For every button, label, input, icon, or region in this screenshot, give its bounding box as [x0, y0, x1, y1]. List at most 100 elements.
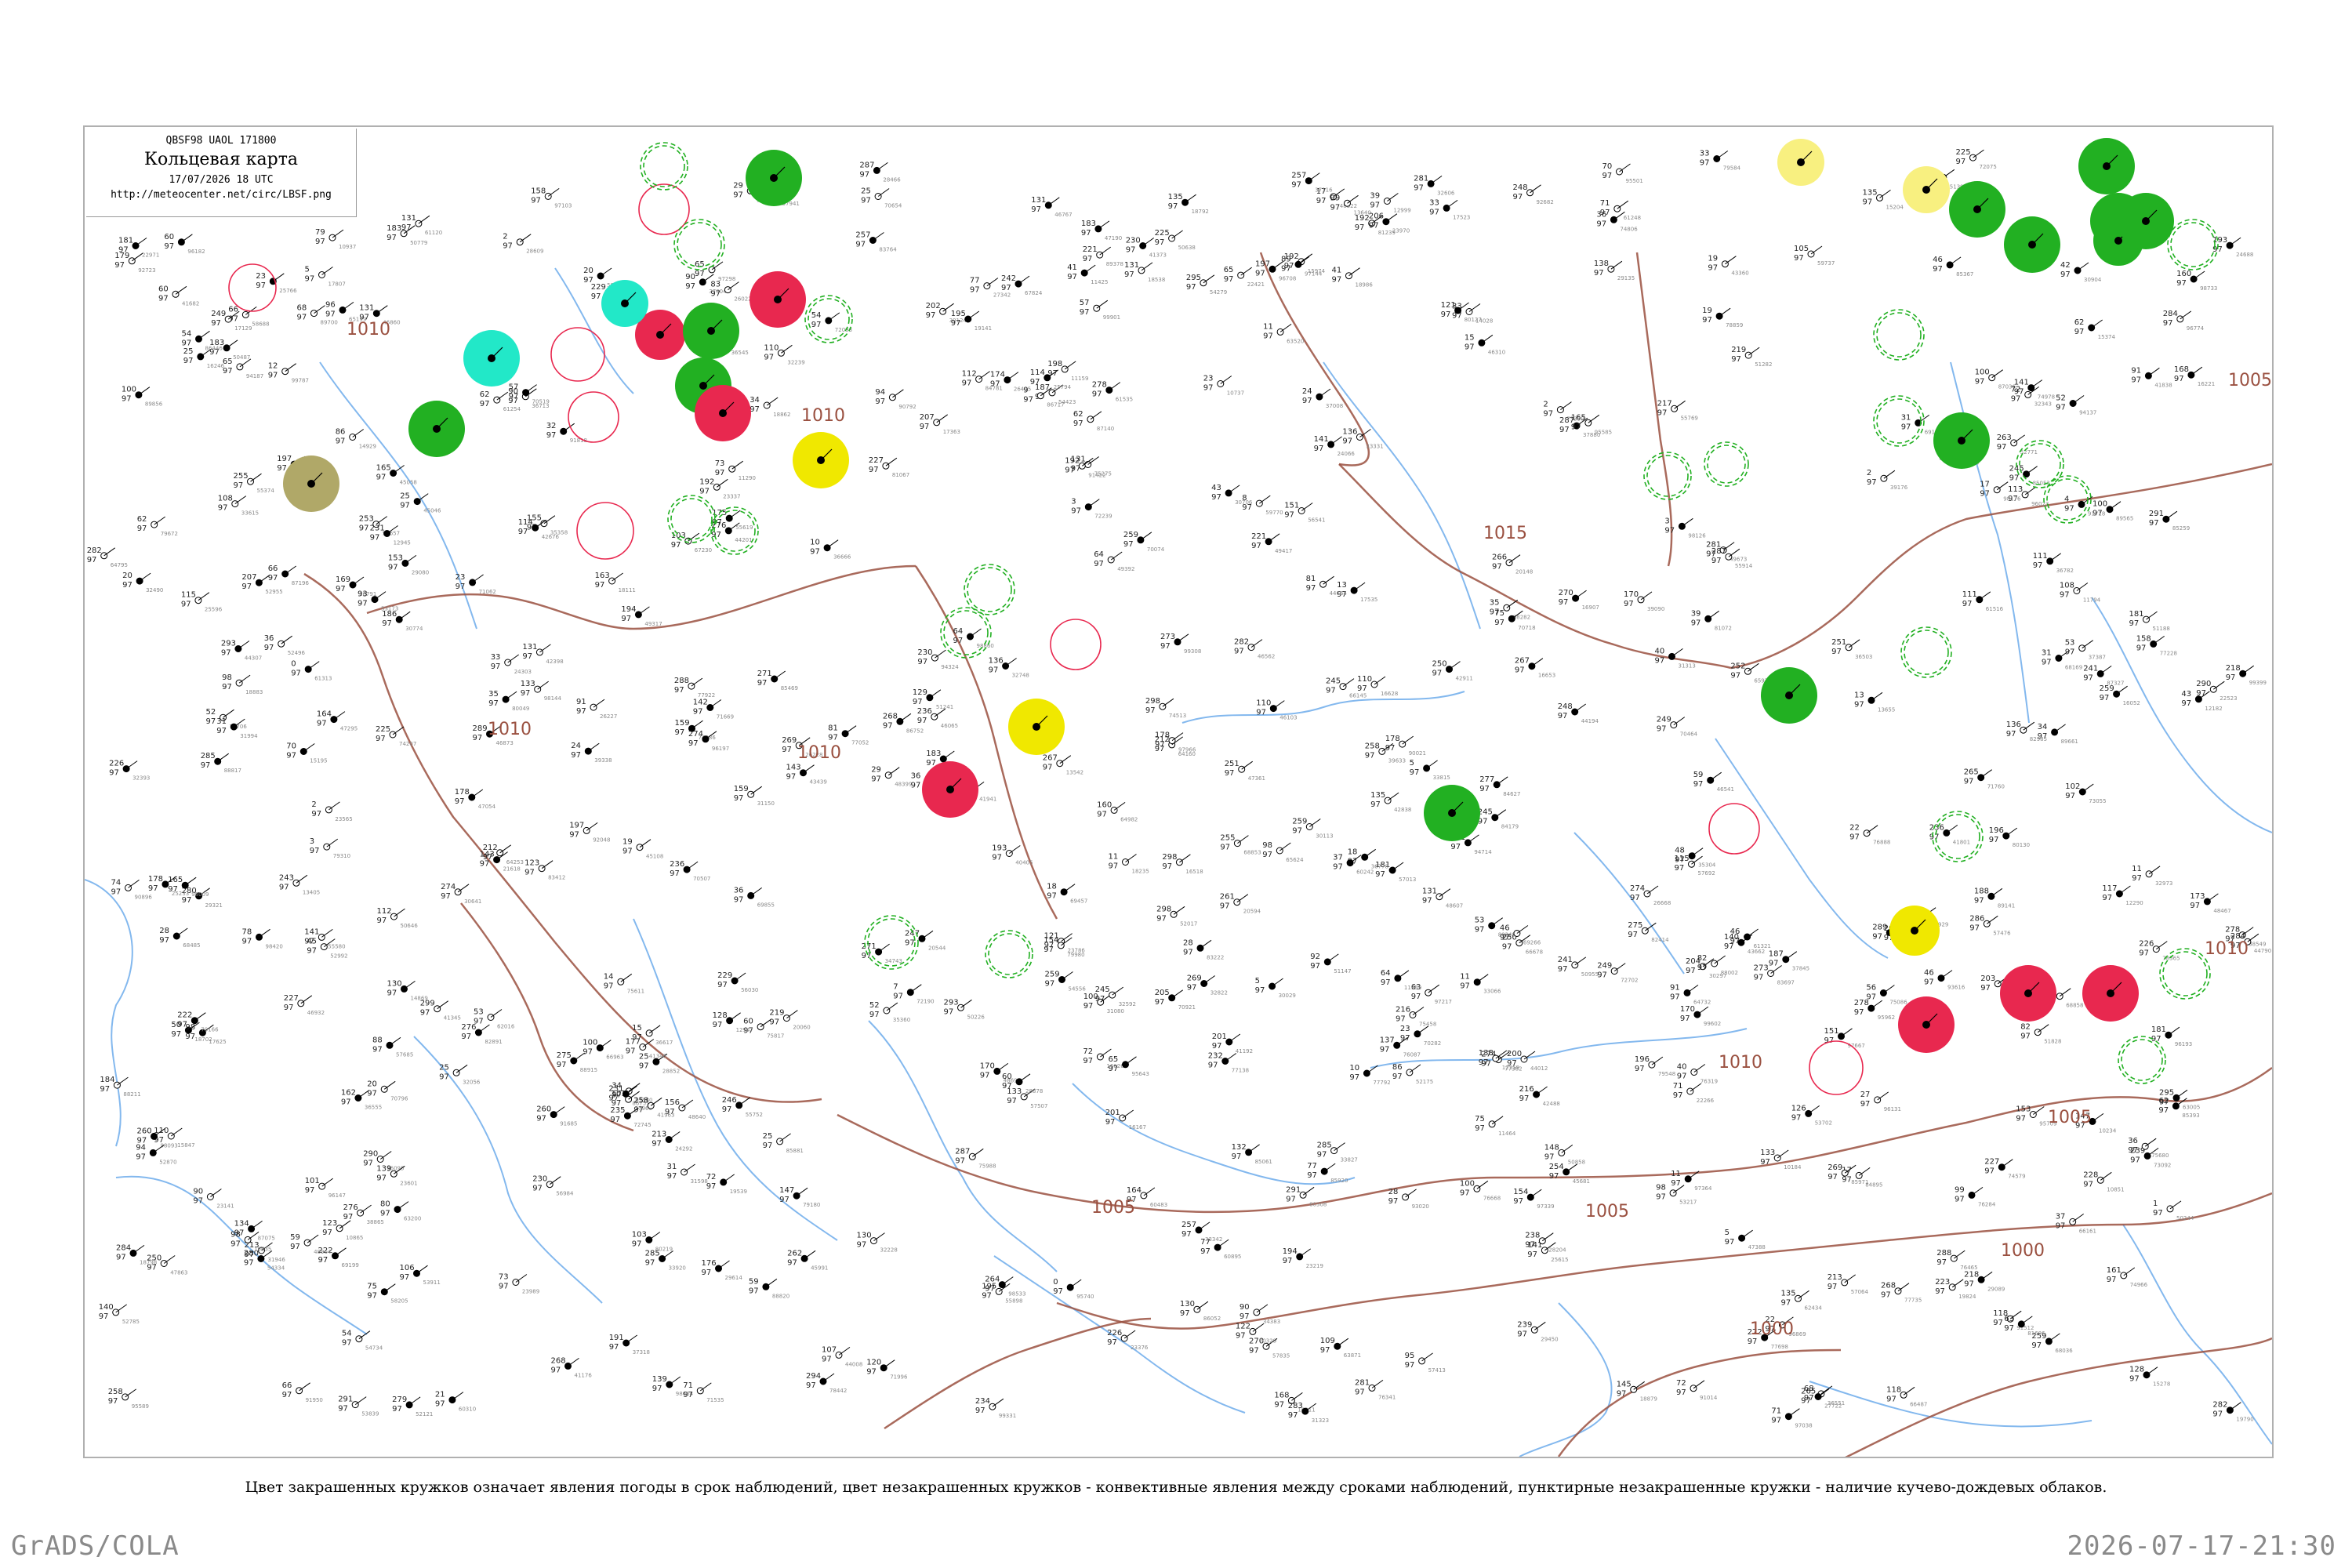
wind-barb: [1844, 1274, 1856, 1283]
station-dew: 97: [1655, 656, 1665, 665]
station-temp: 203: [1980, 975, 1995, 983]
station-plot: 2669720148: [1492, 554, 1533, 575]
station-temp: 269: [1828, 1163, 1842, 1172]
station-index: 88915: [580, 1067, 597, 1073]
station-plot: 2859788817: [201, 752, 241, 774]
cb-cloud-ring-inner: [670, 498, 713, 540]
station-circle: [230, 723, 238, 731]
station-dew: 97: [1183, 948, 1193, 956]
station-dew: 97: [1396, 1015, 1406, 1024]
station-dew: 97: [1997, 443, 2007, 452]
map-caption: Цвет закрашенных кружков означает явлени…: [245, 1479, 2107, 1496]
station-dew: 97: [1475, 1124, 1485, 1133]
station-index: 50226: [967, 1014, 985, 1020]
station-temp: 181: [2151, 1025, 2166, 1034]
station-temp: 143: [480, 851, 495, 859]
station-temp: 82: [2020, 1023, 2031, 1032]
station-temp: 265: [1964, 768, 1979, 777]
station-dew: 97: [1975, 378, 1985, 387]
station-index: 83697: [1777, 980, 1795, 986]
station-plot: 399712999: [1370, 192, 1410, 214]
station-index: 17625: [209, 1039, 226, 1045]
station-dew: 97: [2031, 1341, 2042, 1350]
station-dew: 97: [1236, 1331, 1246, 1340]
station-dew: 97: [1080, 308, 1090, 317]
station-dew: 97: [1007, 1097, 1017, 1105]
station-dew: 97: [1993, 1319, 2003, 1327]
station-index: 76888: [1873, 840, 1890, 846]
station-plot: 1789747054: [455, 788, 496, 810]
station-temp: 66: [268, 564, 278, 573]
station-index: 59737: [1817, 260, 1835, 267]
wind-barb: [1516, 925, 1529, 934]
station-plot: 209770796: [367, 1080, 408, 1102]
station-dew: 97: [1558, 965, 1568, 974]
station-index: 36617: [655, 1040, 673, 1046]
station-dew: 97: [242, 937, 252, 946]
station-temp: 227: [869, 456, 884, 465]
station-dew: 97: [786, 773, 797, 782]
station-index: 98176: [2003, 496, 2021, 503]
station-plot: 2549745681: [1549, 1163, 1590, 1185]
station-temp: 9: [1023, 387, 1028, 395]
wind-barb: [1256, 1304, 1269, 1313]
station-index: 36782: [2056, 568, 2074, 574]
wind-barb: [1009, 845, 1021, 854]
station-dew: 97: [1211, 493, 1221, 502]
station-temp: 295: [2159, 1088, 2174, 1097]
station-temp: 141: [304, 927, 319, 936]
station-index: 44194: [1581, 718, 1599, 724]
station-dew: 97: [1168, 202, 1178, 211]
station-dew: 97: [1725, 1238, 1735, 1247]
wind-barb: [1858, 1167, 1871, 1176]
station-plot: 719771535: [683, 1381, 724, 1403]
wind-barb: [2123, 1267, 2136, 1276]
wind-barb: [1110, 551, 1123, 561]
station-temp: 43: [1211, 484, 1221, 492]
station-temp: 169: [336, 575, 350, 584]
wind-barb: [321, 267, 333, 275]
station-temp: 282: [2212, 1401, 2227, 1410]
station-plot: 669791950: [282, 1381, 323, 1403]
station-dew: 97: [305, 275, 315, 284]
station-plot: 1539729080: [388, 554, 429, 575]
station-index: 15847: [177, 1142, 194, 1149]
isobar-line: [633, 564, 916, 630]
station-dew: 97: [277, 464, 287, 473]
wind-barb: [281, 635, 292, 644]
station-temp: 60: [1002, 1073, 1012, 1081]
station-dew: 97: [268, 574, 278, 583]
station-dew: 97: [1432, 670, 1443, 678]
station-dew: 97: [116, 1253, 126, 1261]
station-plot: 2579783764: [855, 231, 897, 253]
station-dew: 97: [645, 1259, 655, 1268]
station-dew: 97: [639, 1062, 649, 1070]
station-temp: 100: [583, 1039, 597, 1047]
isobar-label: 1005: [1585, 1202, 1629, 1221]
wind-barb: [1741, 1229, 1753, 1239]
isobar-label: 1005: [1091, 1198, 1135, 1218]
wind-barb: [718, 1260, 730, 1269]
weather-map: 1189791512186973077454975473490973700425…: [85, 138, 2272, 1457]
station-dew: 97: [757, 679, 768, 688]
station-dew: 97: [866, 1368, 877, 1377]
station-temp: 267: [1515, 657, 1530, 666]
station-circle: [1721, 260, 1729, 268]
station-index: 23565: [335, 816, 352, 822]
station-dew: 97: [223, 367, 233, 376]
station-index: 94137: [2079, 410, 2096, 416]
station-temp: 298: [1156, 905, 1171, 913]
station-dew: 97: [376, 735, 386, 743]
station-index: 86752: [906, 728, 924, 734]
wind-barb: [2180, 310, 2192, 320]
station-dew: 97: [652, 1140, 662, 1149]
station-dew: 97: [2212, 1410, 2223, 1419]
station-dew: 97: [2181, 699, 2191, 708]
wind-barb: [1980, 1271, 1993, 1280]
station-temp: 130: [387, 979, 402, 988]
wind-barb: [505, 691, 517, 700]
station-index: 68858: [2066, 1003, 2083, 1009]
station-plot: 909723141: [193, 1188, 234, 1210]
wind-barb: [686, 861, 699, 870]
station-index: 28609: [526, 249, 543, 255]
